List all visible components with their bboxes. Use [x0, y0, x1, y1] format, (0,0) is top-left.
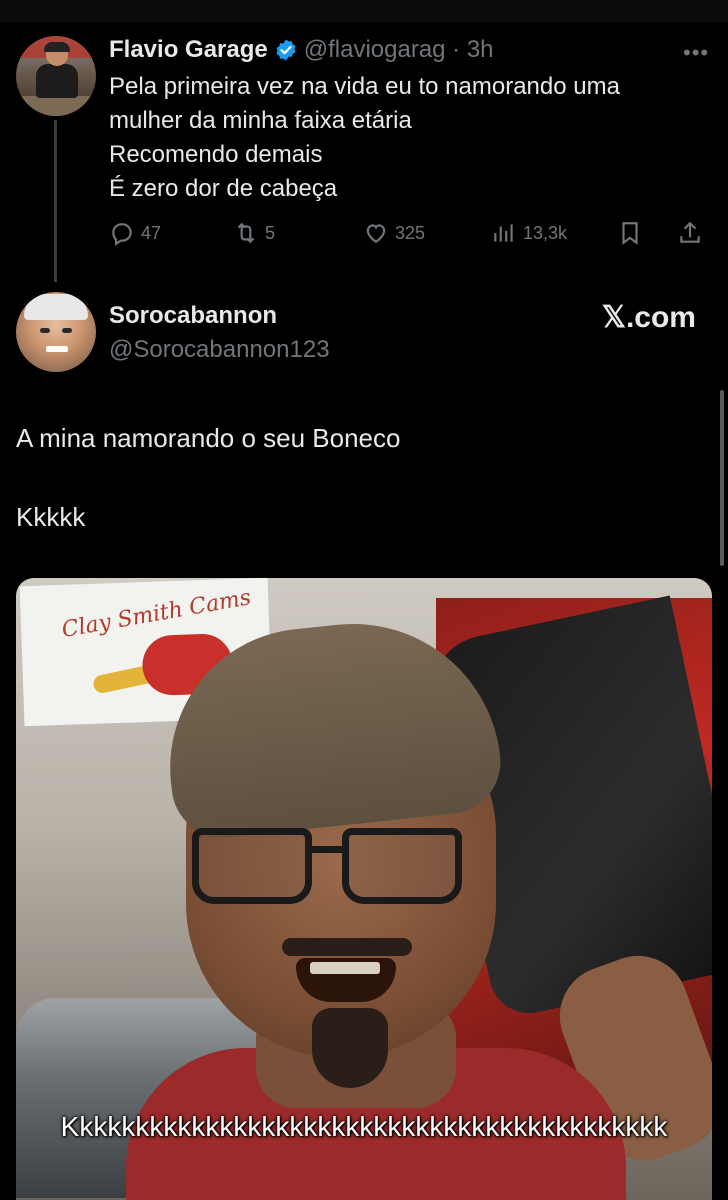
bookmark-icon: [622, 222, 638, 245]
reply-icon: [112, 223, 132, 246]
goatee: [312, 1008, 388, 1088]
tweet-text-line: Pela primeira vez na vida eu to namorand…: [109, 73, 620, 100]
tweet-text: A mina namorando o seu Boneco: [16, 423, 401, 453]
retweet-button[interactable]: 5: [233, 220, 275, 246]
avatar-ground: [16, 96, 96, 116]
tweet-text-line: Recomendo demais: [109, 141, 323, 168]
video-media[interactable]: Clay Smith Cams: [16, 578, 712, 1200]
author-name[interactable]: Flavio Garage: [109, 36, 268, 64]
tweet-text-line: É zero dor de cabeça: [109, 175, 338, 202]
author-handle[interactable]: @Sorocabannon123: [109, 336, 330, 364]
glasses-bridge: [312, 846, 344, 853]
more-horizontal-icon[interactable]: •••: [683, 40, 709, 66]
verified-badge-icon: [276, 39, 296, 61]
like-button[interactable]: 325: [363, 220, 425, 246]
view-count: 13,3k: [523, 222, 568, 243]
avatar[interactable]: [16, 36, 96, 116]
retweet-count: 5: [265, 222, 276, 243]
avatar[interactable]: [16, 292, 96, 372]
tweet-header: Flavio Garage @flaviogarag · 3h: [109, 34, 494, 66]
reply-count: 47: [141, 222, 162, 243]
teeth: [310, 962, 380, 974]
x-com-watermark: 𝕏.com: [601, 301, 696, 334]
avatar-eye: [62, 328, 72, 333]
tweet-text-line: mulher da minha faixa etária: [109, 107, 412, 134]
avatar-cap: [44, 42, 70, 52]
share-button[interactable]: [677, 220, 703, 246]
views-bar-chart-icon: [494, 224, 513, 242]
scrollbar[interactable]: [720, 390, 724, 566]
share-icon: [680, 221, 700, 243]
thread-connector-line: [54, 120, 57, 282]
heart-icon: [366, 224, 386, 243]
avatar-mouth: [46, 346, 68, 352]
tweet-text: Kkkkk: [16, 502, 86, 532]
glasses-lens: [342, 828, 462, 904]
bookmark-button[interactable]: [617, 220, 643, 246]
avatar-hair: [24, 294, 88, 320]
author-handle-time[interactable]: @flaviogarag · 3h: [304, 36, 494, 64]
tweet-actions-bar: 47 5 325 13,3k: [109, 220, 709, 252]
avatar-eye: [40, 328, 50, 333]
author-name[interactable]: Sorocabannon: [109, 302, 277, 330]
status-strip: [0, 0, 728, 22]
tweet-text: Pela primeira vez na vida eu to namorand…: [109, 70, 709, 206]
views-button[interactable]: 13,3k: [491, 220, 567, 246]
banner-text: Clay Smith Cams: [59, 585, 253, 644]
video-caption: Kkkkkkkkkkkkkkkkkkkkkkkkkkkkkkkkkkkkkkkk…: [60, 1111, 668, 1142]
glasses-lens: [192, 828, 312, 904]
mustache: [282, 938, 412, 956]
like-count: 325: [395, 222, 426, 243]
avatar-figure: [36, 64, 78, 98]
retweet-icon: [237, 222, 255, 244]
reply-button[interactable]: 47: [109, 220, 161, 246]
